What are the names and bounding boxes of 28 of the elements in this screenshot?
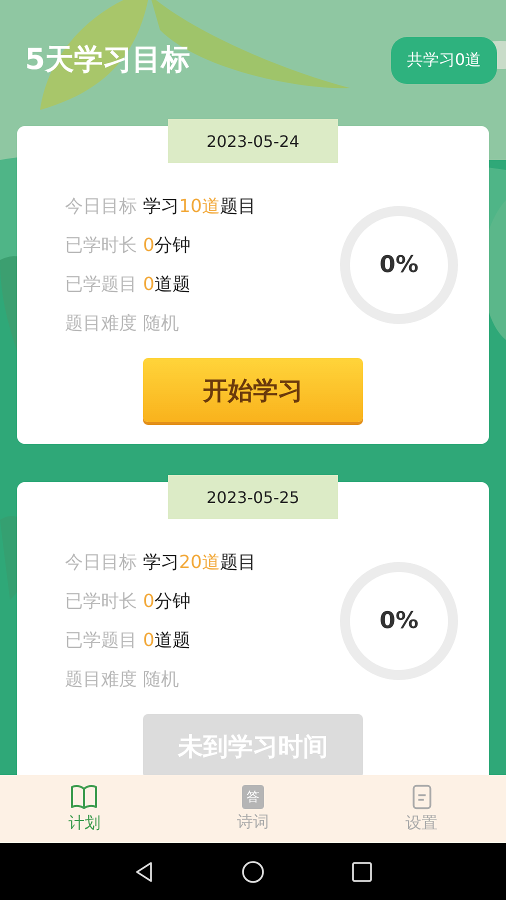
row-value: 0分钟	[143, 234, 190, 258]
book-icon	[70, 784, 98, 810]
total-count-badge: 共学习0道	[390, 36, 497, 84]
row-label: 题目难度	[65, 668, 137, 692]
tab-item[interactable]: 答 诗词	[168, 775, 338, 843]
tab-item[interactable]: 计划	[0, 775, 169, 843]
row-value: 0道题	[143, 273, 190, 297]
row-label: 已学时长	[65, 234, 137, 258]
row-label: 题目难度	[65, 312, 137, 336]
row-label: 今日目标	[65, 551, 137, 575]
row-label: 已学题目	[65, 629, 137, 653]
recents-icon[interactable]	[350, 860, 374, 884]
answer-book-icon: 答	[242, 785, 264, 809]
progress-percent: 0%	[379, 608, 419, 634]
home-icon[interactable]	[240, 860, 265, 884]
page-title: 5天学习目标	[25, 41, 190, 78]
row-value: 学习 10道题目	[143, 195, 256, 219]
row-value: 学习20道题目	[143, 551, 256, 575]
study-button[interactable]: 开始学习	[143, 358, 363, 422]
tab-item[interactable]: 设置	[337, 775, 506, 843]
row-label: 今日目标	[65, 195, 137, 219]
row-value: 0道题	[143, 629, 190, 653]
progress-percent: 0%	[379, 252, 419, 278]
row-label: 已学时长	[65, 590, 137, 614]
row-value: 0分钟	[143, 590, 190, 614]
row-label: 已学题目	[65, 273, 137, 297]
row-value: 随机	[143, 312, 179, 336]
row-value: 随机	[143, 668, 179, 692]
